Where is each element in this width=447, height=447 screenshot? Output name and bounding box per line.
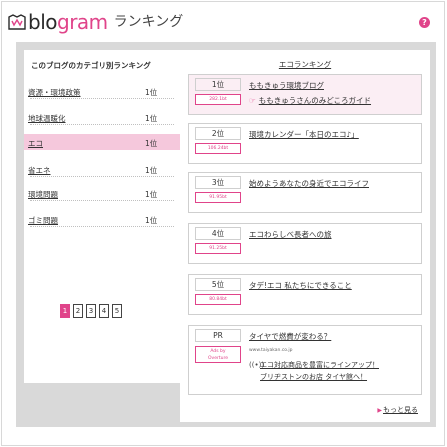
eco-ranking-heading[interactable]: エコランキング — [180, 59, 430, 70]
blogram-logo[interactable]: blo gram ランキング — [8, 11, 183, 33]
rank-label: 4位 — [195, 227, 241, 240]
blogram-mark-icon — [8, 14, 26, 30]
category-name[interactable]: 環境問題 — [28, 189, 58, 200]
row-divider — [30, 124, 174, 125]
blog-title-link[interactable]: 始めようあなたの身近でエコライフ — [249, 178, 369, 189]
row-divider — [30, 176, 174, 177]
ad-text-link-2[interactable]: ブリヂストンのお店 タイヤ館へ！ — [260, 372, 367, 382]
blog-title-link[interactable]: ももきゅう環境ブログ — [249, 80, 324, 91]
category-row[interactable]: 省エネ 1位 — [24, 161, 180, 177]
more-link[interactable]: ▶もっと見る — [377, 405, 418, 415]
rank-label: 2位 — [195, 127, 241, 140]
ranking-entry: 1位 282.1bt ももきゅう環境ブログ ☞ ももきゅうさんのみどころガイド — [188, 74, 422, 115]
category-row[interactable]: ゴミ問題 1位 — [24, 211, 180, 227]
category-row[interactable]: 環境問題 1位 — [24, 185, 180, 201]
category-name[interactable]: ゴミ問題 — [28, 215, 58, 226]
pr-label: PR — [195, 329, 241, 342]
ranking-entry: 2位 106.24bt 環境カレンダー「本日のエコ♪」 — [188, 123, 422, 164]
hand-pointer-icon: ☞ — [249, 96, 256, 105]
logo-text-ranking: ランキング — [113, 14, 184, 30]
category-rank: 1位 — [145, 216, 158, 225]
category-name[interactable]: 省エネ — [28, 165, 51, 176]
eco-ranking-list: エコランキング 1位 282.1bt ももきゅう環境ブログ ☞ ももきゅうさんのみ… — [180, 50, 430, 422]
page-button-2[interactable]: 2 — [73, 304, 83, 318]
rank-label: 3位 — [195, 176, 241, 189]
arrow-right-icon: ▶ — [377, 407, 382, 414]
category-rank: 1位 — [145, 88, 158, 97]
row-divider — [30, 226, 174, 227]
ranking-entry: 5位 80.84bt タデ!エコ 私たちにできること — [188, 274, 422, 315]
score-tag: 282.1bt — [195, 94, 241, 105]
rank-label: 1位 — [195, 78, 241, 91]
more-link-text: もっと見る — [383, 406, 418, 414]
ranking-entry: 4位 91.25bt エコわらしべ長者への旅 — [188, 223, 422, 264]
category-rank: 1位 — [145, 166, 158, 175]
ads-by-text: Ads by — [210, 349, 226, 354]
blog-title-link[interactable]: エコわらしべ長者への旅 — [249, 229, 332, 240]
ad-text-link-1[interactable]: エコ対応商品を豊富にラインアップ！ — [260, 360, 379, 370]
score-tag: 80.84bt — [195, 294, 241, 305]
ranking-entry: 3位 91.95bt 始めようあなたの身近でエコライフ — [188, 172, 422, 213]
page-button-1[interactable]: 1 — [60, 304, 70, 318]
logo-text-blo: blo — [28, 10, 58, 34]
category-rank: 1位 — [145, 190, 158, 199]
blog-sub-link-text: ももきゅうさんのみどころガイド — [258, 96, 372, 105]
category-ranking-heading: このブログのカテゴリ別ランキング — [31, 61, 151, 70]
category-row-selected[interactable]: エコ 1位 — [24, 134, 196, 150]
category-ranking-list: このブログのカテゴリ別ランキング 資源・環境政策 1位 地球温暖化 1位 エコ … — [24, 50, 196, 383]
ad-title-link[interactable]: タイヤで燃費が変わる？ — [249, 331, 331, 342]
page-button-5[interactable]: 5 — [112, 304, 122, 318]
page-button-3[interactable]: 3 — [86, 304, 96, 318]
overture-text: Overture — [208, 356, 228, 361]
category-row[interactable]: 資源・環境政策 1位 — [24, 83, 180, 99]
score-tag: 91.95bt — [195, 192, 241, 203]
rank-label: 5位 — [195, 278, 241, 291]
score-tag: 91.25bt — [195, 243, 241, 254]
blog-title-link[interactable]: 環境カレンダー「本日のエコ♪」 — [249, 129, 359, 140]
row-divider — [30, 98, 174, 99]
blog-sub-link[interactable]: ☞ ももきゅうさんのみどころガイド — [249, 95, 371, 106]
category-rank: 1位 — [145, 114, 158, 123]
help-icon[interactable]: ? — [419, 17, 430, 28]
ads-by-overture-badge[interactable]: Ads by Overture — [195, 346, 241, 363]
row-divider — [30, 200, 174, 201]
ranking-panel: このブログのカテゴリ別ランキング 資源・環境政策 1位 地球温暖化 1位 エコ … — [16, 42, 436, 427]
page-button-4[interactable]: 4 — [99, 304, 109, 318]
category-rank: 1位 — [145, 139, 158, 148]
sponsored-entry: PR Ads by Overture タイヤで燃費が変わる？ www.taiya… — [188, 325, 422, 395]
blog-ranking-widget: blo gram ランキング ? このブログのカテゴリ別ランキング 資源・環境政策… — [1, 1, 445, 446]
logo-text-gram: gram — [57, 10, 108, 34]
score-tag: 106.24bt — [195, 143, 241, 154]
blog-title-link[interactable]: タデ!エコ 私たちにできること — [249, 280, 352, 291]
category-pager: 1 2 3 4 5 — [60, 304, 122, 318]
ad-url: www.taiyakan.co.jp — [249, 348, 293, 353]
category-row[interactable]: 地球温暖化 1位 — [24, 109, 180, 125]
category-name[interactable]: 地球温暖化 — [28, 113, 66, 124]
category-name[interactable]: エコ — [28, 138, 43, 149]
category-name[interactable]: 資源・環境政策 — [28, 87, 81, 98]
